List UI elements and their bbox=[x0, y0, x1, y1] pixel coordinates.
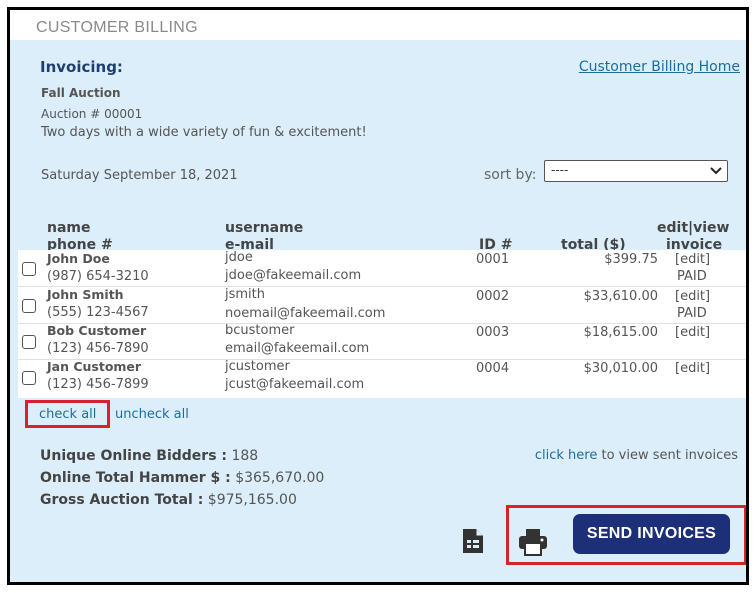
sent-invoices-note: click here to view sent invoices bbox=[535, 448, 738, 463]
unique-bidders-value: 188 bbox=[231, 448, 259, 464]
invoice-status: PAID bbox=[677, 306, 707, 321]
customer-username: bcustomer bbox=[225, 323, 295, 338]
document-icon[interactable] bbox=[460, 528, 486, 554]
customer-name: Bob Customer bbox=[47, 323, 147, 338]
row-checkbox[interactable] bbox=[22, 262, 36, 276]
header-edit-view: edit|view bbox=[657, 220, 730, 236]
auction-name: Fall Auction bbox=[41, 86, 121, 100]
customer-billing-window: CUSTOMER BILLING Invoicing: Customer Bil… bbox=[7, 7, 749, 585]
invoice-total: $33,610.00 bbox=[583, 289, 658, 304]
gross-label: Gross Auction Total : bbox=[40, 492, 204, 508]
invoice-total: $399.75 bbox=[604, 252, 658, 267]
customer-username: jdoe bbox=[225, 250, 253, 265]
sent-invoices-text: to view sent invoices bbox=[601, 448, 738, 463]
table-row: John Smith (555) 123-4567 jsmith noemail… bbox=[18, 287, 746, 324]
highlight-box bbox=[25, 400, 110, 428]
view-sent-invoices-link[interactable]: click here bbox=[535, 448, 597, 463]
page-title: Invoicing: bbox=[40, 58, 123, 76]
row-checkbox[interactable] bbox=[22, 299, 36, 313]
title-bar: CUSTOMER BILLING bbox=[10, 10, 746, 40]
invoice-total: $18,615.00 bbox=[583, 325, 658, 340]
gross-auction-total: Gross Auction Total : $975,165.00 bbox=[40, 492, 297, 508]
row-checkbox[interactable] bbox=[22, 335, 36, 349]
invoice-total: $30,010.00 bbox=[583, 361, 658, 376]
chevron-down-icon bbox=[710, 167, 722, 175]
unique-bidders-label: Unique Online Bidders : bbox=[40, 448, 228, 464]
header-username: username bbox=[225, 220, 304, 236]
online-total-hammer: Online Total Hammer $ : $365,670.00 bbox=[40, 470, 324, 486]
customer-table: John Doe (987) 654-3210 jdoe jdoe@fakeem… bbox=[18, 250, 746, 398]
uncheck-all-link[interactable]: uncheck all bbox=[115, 407, 189, 422]
customer-username: jsmith bbox=[225, 287, 265, 302]
edit-link[interactable]: [edit] bbox=[675, 361, 710, 376]
customer-email: noemail@fakeemail.com bbox=[225, 306, 386, 321]
section-title: CUSTOMER BILLING bbox=[36, 19, 198, 36]
auction-number: Auction # 00001 bbox=[41, 107, 143, 121]
hammer-label: Online Total Hammer $ : bbox=[40, 470, 231, 486]
auction-date: Saturday September 18, 2021 bbox=[41, 168, 238, 183]
header-name: name bbox=[47, 220, 91, 236]
customer-phone: (555) 123-4567 bbox=[47, 305, 149, 320]
customer-email: jcust@fakeemail.com bbox=[225, 377, 365, 392]
row-checkbox[interactable] bbox=[22, 371, 36, 385]
customer-name: John Doe bbox=[47, 251, 110, 266]
invoice-status: PAID bbox=[677, 269, 707, 284]
invoice-id: 0003 bbox=[476, 325, 510, 340]
customer-name: John Smith bbox=[47, 287, 124, 302]
customer-phone: (123) 456-7890 bbox=[47, 341, 149, 356]
sort-selected-value: ---- bbox=[551, 163, 569, 177]
table-row: Jan Customer (123) 456-7899 jcustomer jc… bbox=[18, 359, 746, 395]
customer-phone: (987) 654-3210 bbox=[47, 269, 149, 284]
table-row: John Doe (987) 654-3210 jdoe jdoe@fakeem… bbox=[18, 250, 746, 287]
customer-phone: (123) 456-7899 bbox=[47, 377, 149, 392]
hammer-value: $365,670.00 bbox=[235, 470, 325, 486]
send-invoices-button[interactable]: SEND INVOICES bbox=[573, 514, 730, 554]
printer-icon[interactable] bbox=[518, 528, 548, 556]
invoice-id: 0002 bbox=[476, 289, 510, 304]
edit-link[interactable]: [edit] bbox=[675, 325, 710, 340]
customer-username: jcustomer bbox=[225, 359, 290, 374]
invoice-id: 0001 bbox=[476, 252, 510, 267]
customer-name: Jan Customer bbox=[47, 359, 142, 374]
table-row: Bob Customer (123) 456-7890 bcustomer em… bbox=[18, 323, 746, 360]
sort-select[interactable]: ---- bbox=[544, 160, 728, 182]
customer-email: jdoe@fakeemail.com bbox=[225, 268, 362, 283]
gross-value: $975,165.00 bbox=[207, 492, 297, 508]
edit-link[interactable]: [edit] bbox=[675, 289, 710, 304]
auction-description: Two days with a wide variety of fun & ex… bbox=[41, 125, 367, 140]
unique-bidders: Unique Online Bidders : 188 bbox=[40, 448, 258, 464]
invoice-id: 0004 bbox=[476, 361, 510, 376]
customer-billing-home-link[interactable]: Customer Billing Home bbox=[579, 59, 740, 75]
invoicing-panel: Invoicing: Customer Billing Home Fall Au… bbox=[18, 40, 746, 582]
edit-link[interactable]: [edit] bbox=[675, 252, 710, 267]
sort-label: sort by: bbox=[484, 167, 537, 183]
customer-email: email@fakeemail.com bbox=[225, 341, 370, 356]
